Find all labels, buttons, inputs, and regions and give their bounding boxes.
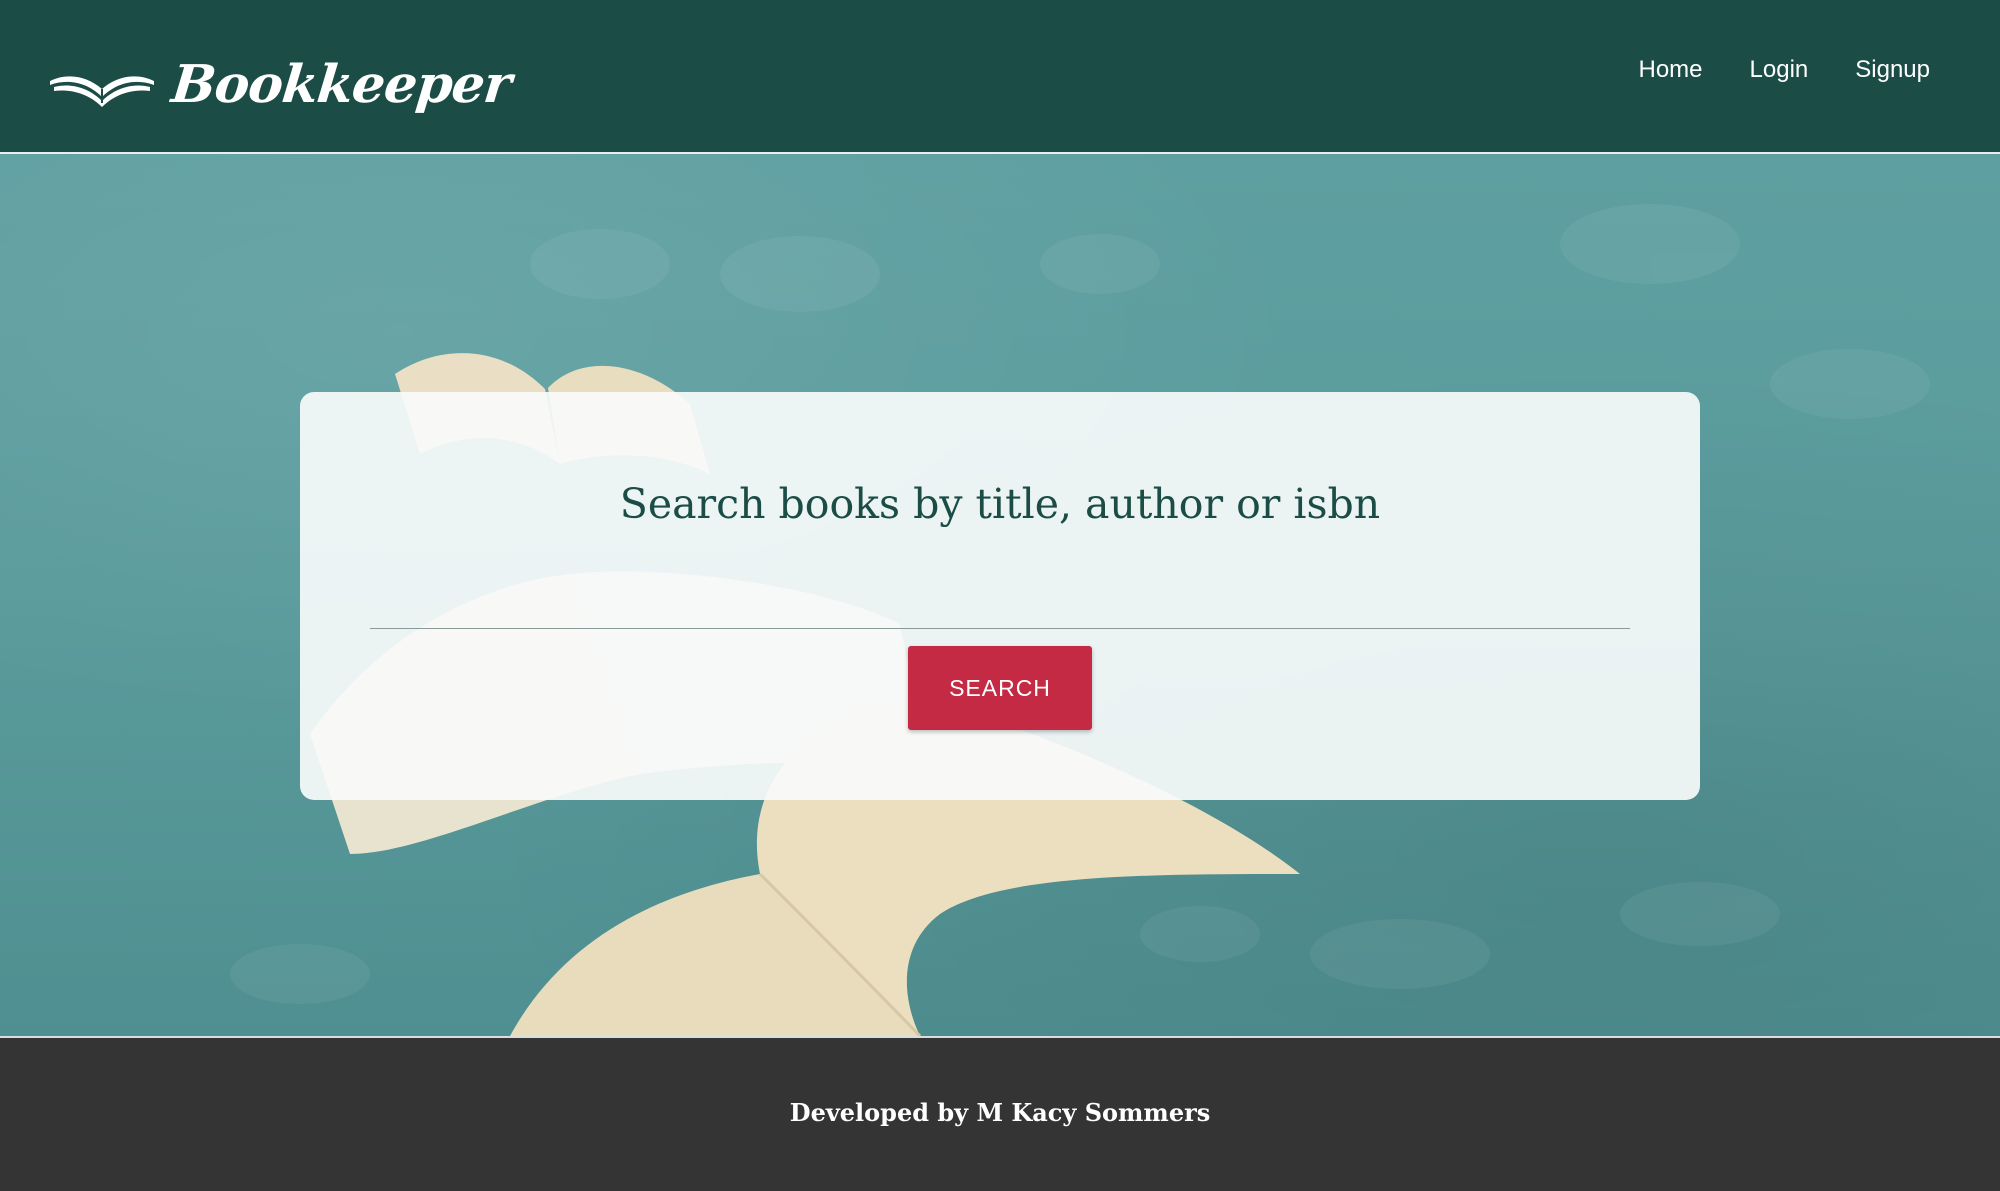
search-input[interactable] [370,588,1630,629]
site-header: Bookkeeper Home Login Signup [0,0,2000,154]
footer-credit: Developed by M Kacy Sommers [789,1098,1211,1127]
search-button[interactable]: SEARCH [908,646,1092,730]
logo-text: Bookkeeper [168,53,514,115]
hero-section: Search books by title, author or isbn SE… [0,154,2000,1036]
page: Bookkeeper Home Login Signup Search book… [0,0,2000,1191]
search-card: Search books by title, author or isbn SE… [300,392,1700,800]
nav-link-home[interactable]: Home [1639,56,1703,84]
main-nav: Home Login Signup [1592,56,1931,84]
nav-link-signup[interactable]: Signup [1855,56,1930,84]
open-book-icon [50,76,154,107]
search-title: Search books by title, author or isbn [619,480,1381,528]
logo-link[interactable]: Bookkeeper [46,44,514,124]
site-footer: Developed by M Kacy Sommers [0,1036,2000,1191]
nav-link-login[interactable]: Login [1750,56,1809,84]
